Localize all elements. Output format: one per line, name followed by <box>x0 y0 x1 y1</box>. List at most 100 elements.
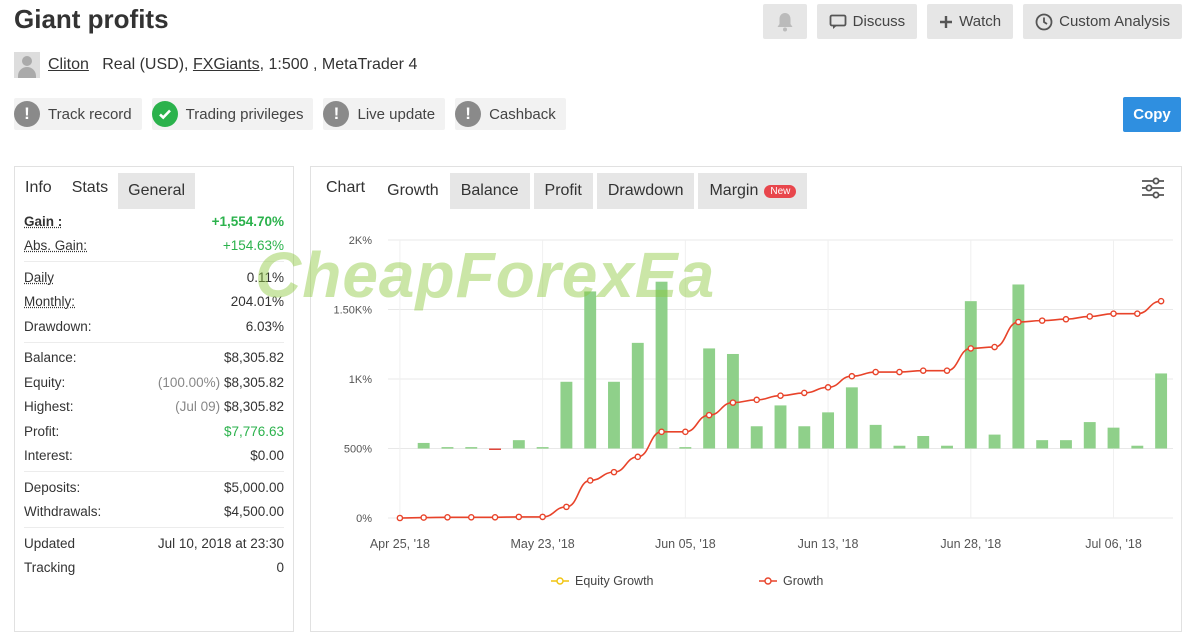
user-link[interactable]: Cliton <box>48 56 89 74</box>
copy-button[interactable]: Copy <box>1123 97 1181 132</box>
growth-point <box>1157 297 1165 305</box>
warning-icon: ! <box>323 101 350 127</box>
bar <box>631 342 644 449</box>
stat-value: 0 <box>276 560 284 576</box>
growth-point <box>634 453 642 461</box>
growth-point <box>777 392 784 399</box>
bar <box>845 387 858 449</box>
stat-withdrawals: Withdrawals: $4,500.00 <box>24 500 284 525</box>
divider <box>24 341 284 343</box>
growth-point <box>800 389 808 397</box>
badge-cashback[interactable]: ! Cashback <box>455 98 566 130</box>
stat-value: Jul 10, 2018 at 23:30 <box>157 535 284 551</box>
watch-label: Watch <box>959 13 1002 30</box>
x-tick-label: Jun 28, '18 <box>940 537 1001 551</box>
growth-point <box>705 411 713 419</box>
x-tick-label: Jul 06, '18 <box>1085 537 1142 551</box>
growth-point <box>943 367 951 374</box>
x-tick-label: Jun 13, '18 <box>798 537 859 551</box>
highest-date: (Jul 09) <box>175 399 221 415</box>
discuss-button[interactable]: Discuss <box>816 4 918 39</box>
highest-value: $8,305.82 <box>223 399 284 415</box>
bell-icon <box>777 12 793 31</box>
stat-value: $0.00 <box>250 448 284 464</box>
growth-point <box>396 514 404 522</box>
tab-balance[interactable]: Balance <box>449 173 530 209</box>
tab-margin-label: Margin <box>709 182 759 199</box>
tab-margin[interactable]: Margin New <box>698 173 808 209</box>
stat-gain: Gain : +1,554.70% <box>24 209 284 234</box>
stat-tracking: Tracking 0 <box>24 556 284 581</box>
badge-label: Live update <box>357 105 436 123</box>
check-icon <box>151 101 178 127</box>
growth-point <box>824 384 832 391</box>
notify-button[interactable] <box>762 4 807 39</box>
growth-point <box>1038 317 1046 324</box>
bar <box>512 440 525 449</box>
custom-analysis-button[interactable]: Custom Analysis <box>1023 4 1182 39</box>
stat-label: Drawdown: <box>24 318 92 334</box>
chart-tabs-label: Chart <box>326 179 366 196</box>
tab-info[interactable]: Info <box>15 167 62 209</box>
badge-live-update[interactable]: ! Live update <box>323 98 446 130</box>
stat-drawdown: Drawdown: 6.03% <box>24 314 284 339</box>
growth-point <box>539 513 546 521</box>
bar <box>417 442 430 449</box>
badge-track-record[interactable]: ! Track record <box>14 98 142 130</box>
sliders-icon[interactable] <box>1141 177 1165 199</box>
broker-link[interactable]: FXGiants <box>193 56 260 74</box>
chart-panel: Chart Growth Balance Profit Drawdown Mar… <box>310 166 1182 632</box>
y-tick-label: 0% <box>356 513 372 525</box>
divider <box>24 471 284 472</box>
bar <box>893 445 906 449</box>
stat-label[interactable]: Gain : <box>24 214 62 229</box>
bar <box>441 447 454 449</box>
tab-general[interactable]: General <box>118 173 196 209</box>
chart-tabs: Chart Growth Balance Profit Drawdown Mar… <box>311 167 811 209</box>
legend-swatch-marker <box>764 577 772 585</box>
watermark: CheapForexEa <box>255 239 716 311</box>
stat-label: Balance: <box>24 350 77 366</box>
growth-point <box>848 372 856 380</box>
stat-label[interactable]: Monthly: <box>24 294 75 309</box>
discuss-label: Discuss <box>852 13 906 30</box>
bar <box>679 447 692 449</box>
stats-tabs: Info Stats General <box>15 167 293 209</box>
bar <box>536 447 549 449</box>
growth-point <box>919 367 927 374</box>
stat-label: Withdrawals: <box>24 504 102 520</box>
bar <box>1036 440 1049 449</box>
stat-value: (Jul 09) $8,305.82 <box>175 399 284 414</box>
growth-point <box>658 428 665 436</box>
tab-profit[interactable]: Profit <box>533 173 593 209</box>
growth-point <box>444 514 451 521</box>
growth-point <box>515 513 523 521</box>
tab-growth[interactable]: Growth <box>376 173 450 209</box>
stat-label: Interest: <box>24 448 73 464</box>
bar <box>869 424 882 449</box>
bar <box>750 426 763 449</box>
status-badges: ! Track record Trading privileges ! Live… <box>14 98 566 130</box>
divider <box>24 527 284 528</box>
badge-trading-privileges[interactable]: Trading privileges <box>151 98 314 130</box>
legend-label: Equity Growth <box>575 574 654 588</box>
bar <box>917 435 930 449</box>
bar <box>1083 422 1096 449</box>
stat-deposits: Deposits: $5,000.00 <box>24 475 284 500</box>
page: Giant profits Discuss Watch Custom Analy… <box>0 0 1200 638</box>
tab-stats[interactable]: Stats <box>61 167 119 209</box>
stat-label[interactable]: Abs. Gain: <box>24 238 87 253</box>
bar <box>703 348 716 449</box>
stat-label[interactable]: Daily <box>24 270 54 285</box>
plus-icon <box>940 15 953 28</box>
watch-button[interactable]: Watch <box>927 4 1014 39</box>
bar <box>1060 440 1072 449</box>
bar <box>608 381 620 449</box>
growth-point <box>610 468 618 476</box>
equity-value: $8,305.82 <box>223 374 284 390</box>
stat-interest: Interest: $0.00 <box>24 444 284 469</box>
bar <box>1012 284 1025 449</box>
stats-list: Gain : +1,554.70% Abs. Gain: +154.63% Da… <box>15 209 293 580</box>
tab-drawdown[interactable]: Drawdown <box>596 173 695 209</box>
